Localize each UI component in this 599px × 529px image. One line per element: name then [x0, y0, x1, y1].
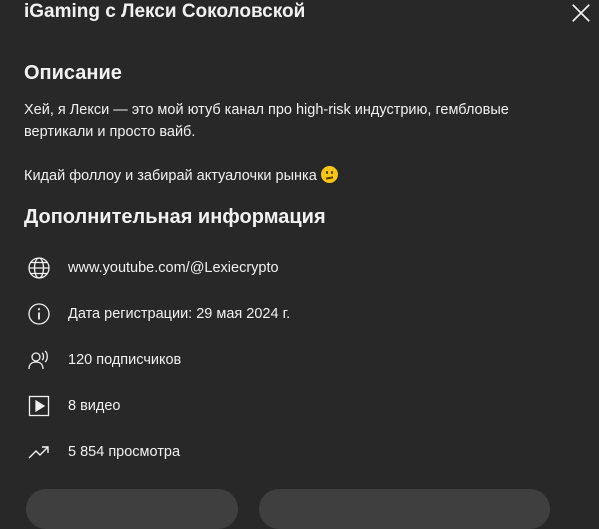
- info-row-subscribers: 120 подписчиков: [26, 346, 181, 374]
- description-paragraph-2-text: Кидай фоллоу и забирай актуалочки рынка: [24, 168, 317, 184]
- description-paragraph-2: Кидай фоллоу и забирай актуалочки рынка: [24, 165, 564, 187]
- subscriber-count: 120 подписчиков: [68, 352, 182, 368]
- info-row-link: www.youtube.com/@Lexiecrypto: [26, 254, 279, 282]
- neutral-face-emoji-icon: [320, 166, 338, 183]
- description-text: Хей, я Лекси — это мой ютуб канал про hi…: [24, 99, 564, 187]
- info-row-videos: 8 видео: [26, 392, 121, 420]
- channel-link[interactable]: www.youtube.com/@Lexiecrypto: [68, 260, 279, 276]
- close-button[interactable]: [566, 0, 596, 26]
- video-icon: [26, 393, 52, 419]
- share-channel-button[interactable]: [26, 489, 238, 529]
- close-icon: [572, 4, 590, 22]
- additional-info-heading: Дополнительная информация: [24, 206, 326, 228]
- channel-about-dialog: iGaming с Лекси Соколовской Описание Хей…: [0, 0, 599, 529]
- view-count: 5 854 просмотра: [68, 444, 181, 460]
- description-heading: Описание: [24, 62, 122, 84]
- video-count: 8 видео: [68, 398, 121, 414]
- info-row-joined: Дата регистрации: 29 мая 2024 г.: [26, 300, 290, 328]
- info-icon: [26, 301, 52, 327]
- trending-icon: [26, 439, 52, 465]
- description-paragraph-1: Хей, я Лекси — это мой ютуб канал про hi…: [24, 102, 509, 140]
- subscribers-icon: [26, 347, 52, 373]
- report-button[interactable]: [259, 489, 550, 529]
- dialog-title: iGaming с Лекси Соколовской: [24, 1, 306, 22]
- info-row-views: 5 854 просмотра: [26, 438, 180, 466]
- globe-icon: [26, 255, 52, 281]
- joined-date: Дата регистрации: 29 мая 2024 г.: [68, 306, 291, 322]
